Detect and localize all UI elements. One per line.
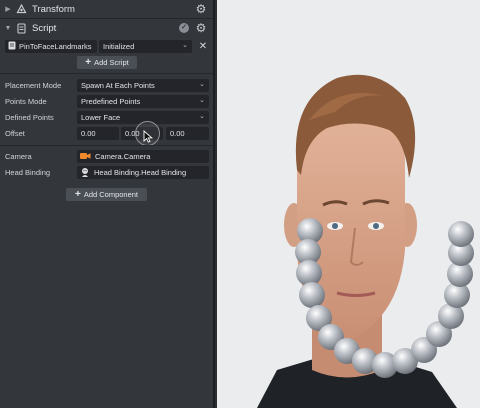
placement-mode-label: Placement Mode xyxy=(5,81,62,90)
script-section-header[interactable]: ▼ Script ✓ ⚙ xyxy=(0,19,213,37)
head-binding-field[interactable]: Head Binding.Head Binding xyxy=(77,166,209,179)
script-status: Initialized xyxy=(103,42,135,51)
transform-icon xyxy=(15,3,27,15)
script-file-icon xyxy=(8,41,16,52)
head-binding-icon xyxy=(80,167,90,179)
offset-label: Offset xyxy=(5,129,25,138)
plus-icon: + xyxy=(74,188,81,200)
scene-preview[interactable] xyxy=(217,0,480,408)
add-component-label: Add Component xyxy=(83,190,139,199)
points-mode-label: Points Mode xyxy=(5,97,47,106)
offset-z-field[interactable]: 0.00 xyxy=(166,127,209,140)
script-asset-field[interactable]: PinToFaceLandmarks xyxy=(5,40,97,53)
chevron-right-icon[interactable]: ▶ xyxy=(3,0,13,18)
gear-icon[interactable]: ⚙ xyxy=(195,22,207,34)
chevron-down-icon: ⌄ xyxy=(199,81,205,88)
transform-section-header[interactable]: ▶ Transform ⚙ xyxy=(0,0,213,18)
offset-z-value: 0.00 xyxy=(170,129,185,138)
head-binding-label: Head Binding xyxy=(5,168,51,177)
add-component-button[interactable]: + Add Component xyxy=(66,188,147,201)
gear-icon[interactable]: ⚙ xyxy=(195,3,207,15)
offset-x-value: 0.00 xyxy=(81,129,96,138)
defined-points-value: Lower Face xyxy=(81,113,121,122)
chevron-down-icon[interactable]: ▼ xyxy=(3,19,13,37)
chevron-down-icon: ⌄ xyxy=(199,97,205,104)
script-title: Script xyxy=(32,22,57,34)
close-icon[interactable]: ✕ xyxy=(198,40,208,53)
placement-mode-dropdown[interactable]: Spawn At Each Points ⌄ xyxy=(77,79,209,92)
camera-icon xyxy=(80,152,91,162)
chevron-down-icon: ⌄ xyxy=(182,42,188,49)
divider xyxy=(0,73,213,74)
camera-field[interactable]: Camera.Camera xyxy=(77,150,209,163)
add-script-button[interactable]: + Add Script xyxy=(77,56,137,69)
script-status-dropdown[interactable]: Initialized ⌄ xyxy=(99,40,192,53)
script-name: PinToFaceLandmarks xyxy=(19,42,92,51)
transform-title: Transform xyxy=(32,3,75,15)
camera-label: Camera xyxy=(5,152,32,161)
chevron-down-icon: ⌄ xyxy=(199,113,205,120)
points-mode-value: Predefined Points xyxy=(81,97,141,106)
offset-x-field[interactable]: 0.00 xyxy=(77,127,119,140)
face-preview-image xyxy=(217,0,480,408)
plus-icon: + xyxy=(85,56,92,68)
cursor-icon xyxy=(143,130,153,143)
placement-mode-value: Spawn At Each Points xyxy=(81,81,155,90)
check-icon[interactable]: ✓ xyxy=(179,23,189,33)
camera-value: Camera.Camera xyxy=(95,152,151,161)
script-icon xyxy=(15,22,27,34)
points-mode-dropdown[interactable]: Predefined Points ⌄ xyxy=(77,95,209,108)
defined-points-label: Defined Points xyxy=(5,113,54,122)
head-binding-value: Head Binding.Head Binding xyxy=(94,168,187,177)
inspector-panel: ▶ Transform ⚙ ▼ Script ✓ ⚙ PinToFaceLand… xyxy=(0,0,215,408)
add-script-label: Add Script xyxy=(94,58,129,67)
divider xyxy=(0,145,213,146)
